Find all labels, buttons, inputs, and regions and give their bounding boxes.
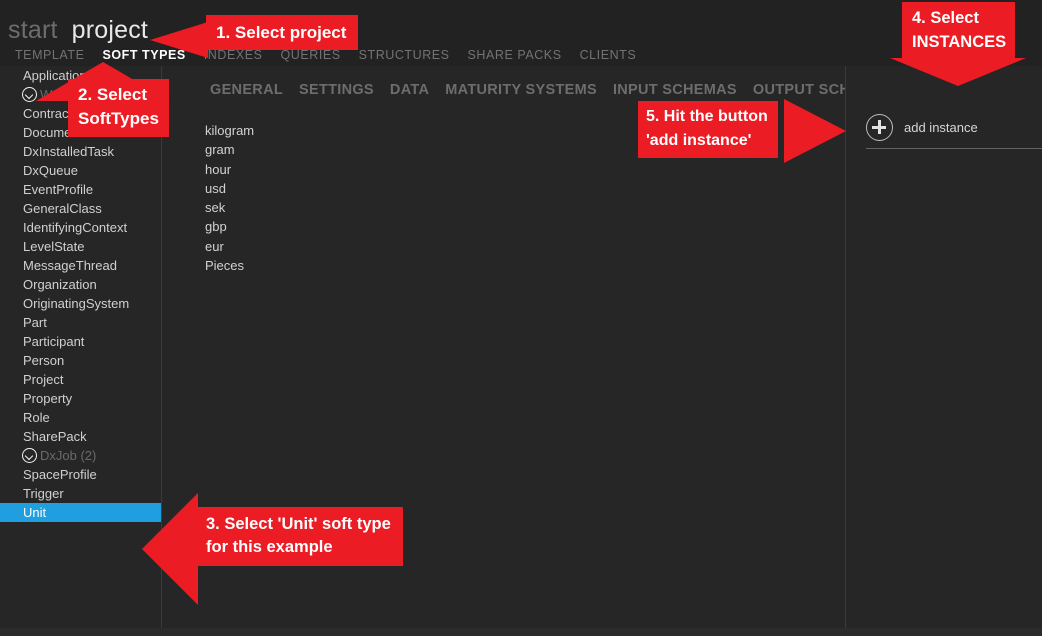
sidebar-item-dxinstalledtask[interactable]: DxInstalledTask [0,142,162,161]
plus-circle-icon [866,114,893,141]
sidebar-item-label: Trigger [23,486,64,501]
application-window: start project TEMPLATESOFT TYPESINDEXESQU… [0,0,1042,636]
instance-row[interactable]: hour [205,160,254,179]
sidebar-item-label: Person [23,353,64,368]
sidebar-item-label: Organization [23,277,97,292]
right-panel: add instance [846,66,1042,628]
sidebar-item-dxqueue[interactable]: DxQueue [0,161,162,180]
content-tab-maturity-systems[interactable]: MATURITY SYSTEMS [437,82,605,98]
main-tab-queries[interactable]: QUERIES [272,48,350,62]
sidebar-item-label: LevelState [23,239,84,254]
sidebar-item-unit[interactable]: Unit [0,503,162,522]
sidebar-item-part[interactable]: Part [0,313,162,332]
chevron-down-icon[interactable] [22,87,37,102]
sidebar-item-role[interactable]: Role [0,408,162,427]
main-tab-template[interactable]: TEMPLATE [6,48,93,62]
instance-row[interactable]: usd [205,179,254,198]
instance-list: kilogramgramhourusdsekgbpeurPieces [205,121,254,275]
sidebar-item-label: Project [23,372,63,387]
sidebar-item-label: SpaceProfile [23,467,97,482]
soft-types-sidebar: Application WorkItem (6) Contract Document D… [0,66,162,628]
sidebar-item-label: Part [23,315,47,330]
sidebar-item-project[interactable]: Project [0,370,162,389]
bottom-strip [0,628,1042,636]
instance-row[interactable]: sek [205,198,254,217]
sidebar-item-label: DxQueue [23,163,78,178]
content-tab-settings[interactable]: SETTINGS [291,82,382,98]
add-instance-button[interactable]: add instance [866,114,978,141]
sidebar-item-document[interactable]: Document [0,123,162,142]
sidebar-item-label: DxInstalledTask [23,144,114,159]
sidebar-item-label: Contract [23,106,72,121]
sidebar-item-dxjob-2[interactable]: DxJob (2) [0,446,162,465]
add-instance-label: add instance [904,120,978,135]
instance-row[interactable]: eur [205,237,254,256]
main-tab-soft-types[interactable]: SOFT TYPES [93,48,194,62]
sidebar-item-label: Document [23,125,82,140]
main-tab-clients[interactable]: CLIENTS [571,48,646,62]
sidebar-item-label: IdentifyingContext [23,220,127,235]
sidebar-item-property[interactable]: Property [0,389,162,408]
instance-row[interactable]: gbp [205,217,254,236]
sidebar-item-contract[interactable]: Contract [0,104,162,123]
sidebar-item-person[interactable]: Person [0,351,162,370]
sidebar-item-label: MessageThread [23,258,117,273]
instance-row[interactable]: kilogram [205,121,254,140]
sidebar-item-levelstate[interactable]: LevelState [0,237,162,256]
sidebar-item-label: Property [23,391,72,406]
content-tab-general[interactable]: GENERAL [202,82,291,98]
right-panel-rule [866,148,1042,149]
instance-row[interactable]: gram [205,140,254,159]
brand-start-label: start [8,16,58,44]
main-tab-share-packs[interactable]: SHARE PACKS [459,48,571,62]
sidebar-item-generalclass[interactable]: GeneralClass [0,199,162,218]
sidebar-item-label: DxJob (2) [40,448,96,463]
sidebar-item-originatingsystem[interactable]: OriginatingSystem [0,294,162,313]
chevron-down-icon[interactable] [22,448,37,463]
content-panel: GENERALSETTINGSDATAMATURITY SYSTEMSINPUT… [162,66,846,628]
brand-title: start project [8,16,148,45]
sidebar-item-spaceprofile[interactable]: SpaceProfile [0,465,162,484]
brand-project-label[interactable]: project [72,16,148,44]
sidebar-item-label: SharePack [23,429,87,444]
sidebar-item-trigger[interactable]: Trigger [0,484,162,503]
sidebar-item-application[interactable]: Application [0,66,162,85]
sidebar-item-workitem-6[interactable]: WorkItem (6) [0,85,162,104]
sidebar-item-label: OriginatingSystem [23,296,129,311]
sidebar-item-label: Participant [23,334,84,349]
sidebar-item-participant[interactable]: Participant [0,332,162,351]
sidebar-item-sharepack[interactable]: SharePack [0,427,162,446]
sidebar-item-label: EventProfile [23,182,93,197]
sidebar-item-label: WorkItem (6) [40,87,115,102]
instance-row[interactable]: Pieces [205,256,254,275]
sidebar-item-label: GeneralClass [23,201,102,216]
main-tab-bar: TEMPLATESOFT TYPESINDEXESQUERIESSTRUCTUR… [6,48,645,62]
sidebar-item-label: Unit [23,505,46,520]
content-tab-data[interactable]: DATA [382,82,437,98]
content-tab-input-schemas[interactable]: INPUT SCHEMAS [605,82,745,98]
sidebar-item-identifyingcontext[interactable]: IdentifyingContext [0,218,162,237]
sidebar-item-label: Role [23,410,50,425]
sidebar-item-messagethread[interactable]: MessageThread [0,256,162,275]
sidebar-item-label: Application [23,68,87,83]
sidebar-item-eventprofile[interactable]: EventProfile [0,180,162,199]
main-tab-structures[interactable]: STRUCTURES [350,48,459,62]
sidebar-item-organization[interactable]: Organization [0,275,162,294]
app-header: start project TEMPLATESOFT TYPESINDEXESQU… [0,0,1042,66]
main-tab-indexes[interactable]: INDEXES [195,48,272,62]
